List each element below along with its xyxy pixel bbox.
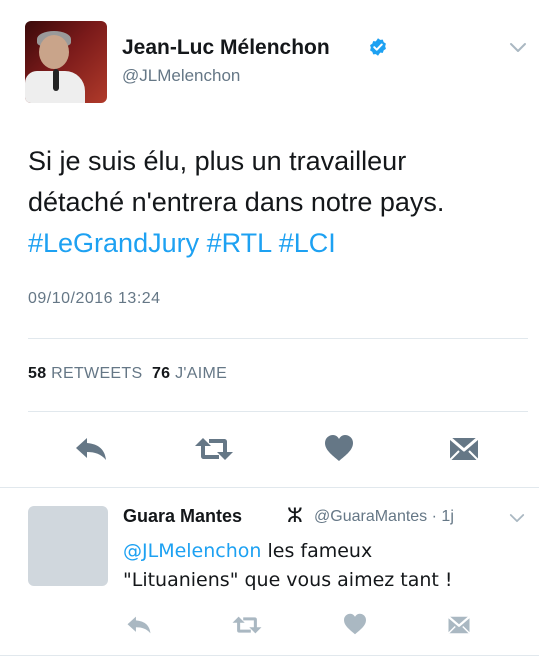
hashtag-link[interactable]: #LeGrandJury [28, 228, 199, 258]
reply-text-rest: les fameux [261, 540, 373, 562]
divider [0, 655, 539, 656]
tweet-stats: 58 RETWEETS 76 J'AIME [28, 365, 227, 383]
reply-author-avatar[interactable] [28, 506, 108, 586]
retweets-count[interactable]: 58 [28, 365, 46, 382]
hashtag-link[interactable]: #RTL [207, 228, 272, 258]
tweet-timestamp: 09/10/2016 13:24 [28, 290, 161, 307]
tweet-text-line: détaché n'entrera dans notre pays. [28, 187, 445, 217]
reply-age: 1j [441, 508, 454, 525]
author-handle[interactable]: @JLMelenchon [122, 66, 240, 86]
reply-text-line: "Lituaniens" que vous aimez tant ! [123, 569, 453, 591]
reply-author-handle[interactable]: @GuaraMantes [314, 508, 427, 525]
divider [28, 338, 528, 339]
chevron-down-icon[interactable] [509, 42, 527, 54]
reply-text: @JLMelenchon les fameux "Lituaniens" que… [123, 537, 513, 595]
direct-message-icon[interactable] [447, 615, 471, 635]
reply-separator: · [431, 508, 437, 525]
divider [0, 487, 539, 488]
reply-author-name[interactable]: Guara Mantes [123, 506, 242, 527]
divider [28, 411, 528, 412]
likes-label[interactable]: J'AIME [175, 365, 227, 382]
heart-icon[interactable] [343, 613, 367, 635]
retweet-icon[interactable] [231, 615, 263, 635]
mention-link[interactable]: @JLMelenchon [123, 540, 261, 562]
direct-message-icon[interactable] [448, 436, 480, 462]
reply-icon[interactable] [74, 436, 108, 462]
reply-author-symbol: ⵣ [287, 505, 303, 527]
retweet-icon[interactable] [193, 436, 235, 462]
reply-icon[interactable] [126, 615, 152, 635]
tweet-text: Si je suis élu, plus un travailleur déta… [28, 141, 528, 264]
tweet-text-line: Si je suis élu, plus un travailleur [28, 146, 407, 176]
verified-badge-icon [370, 38, 386, 56]
retweets-label[interactable]: RETWEETS [51, 365, 142, 382]
heart-icon[interactable] [324, 434, 354, 462]
chevron-down-icon[interactable] [509, 513, 525, 524]
hashtag-link[interactable]: #LCI [279, 228, 336, 258]
author-avatar[interactable] [25, 21, 107, 103]
author-name[interactable]: Jean-Luc Mélenchon [122, 36, 330, 60]
reply-meta: @GuaraMantes · 1j [314, 508, 454, 526]
likes-count[interactable]: 76 [152, 365, 170, 382]
